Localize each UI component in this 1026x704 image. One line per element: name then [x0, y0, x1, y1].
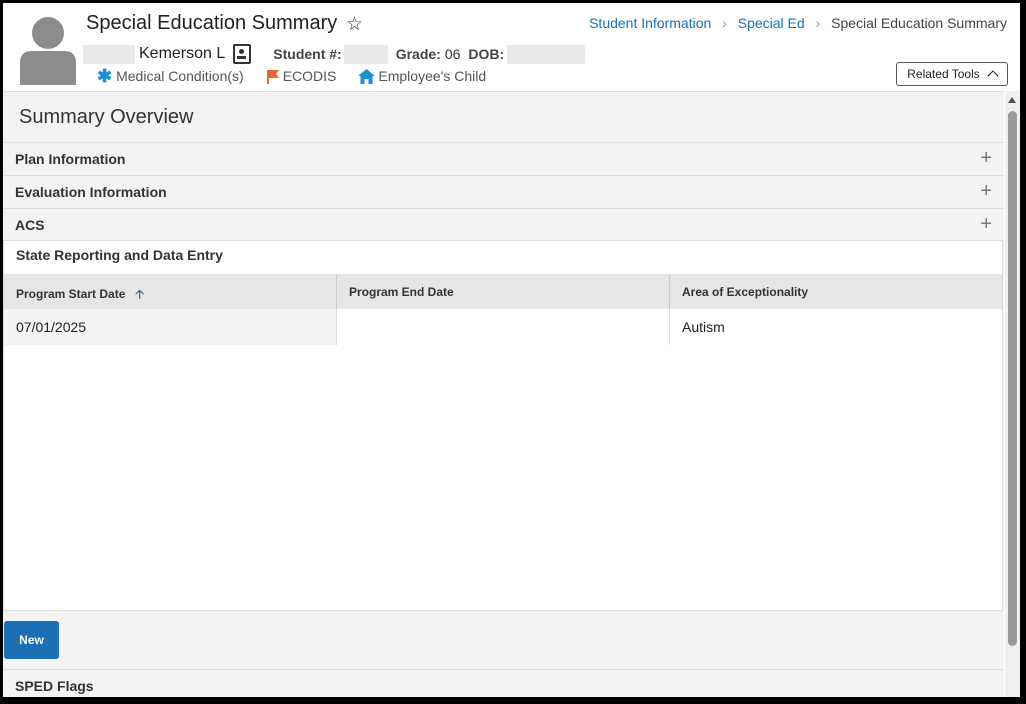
dob-label: DOB: — [468, 46, 505, 62]
accordion-label: Evaluation Information — [15, 184, 167, 200]
breadcrumb-student-information[interactable]: Student Information — [589, 15, 711, 31]
flag-label: Employee's Child — [378, 68, 487, 84]
redacted-student-number — [343, 44, 388, 64]
redacted-dob — [507, 44, 586, 64]
accordion-plan-information[interactable]: Plan Information + — [3, 142, 1004, 175]
app-frame: Special Education Summary ☆ Student Info… — [3, 3, 1020, 697]
vertical-scrollbar[interactable] — [1005, 91, 1020, 697]
flag-employees-child[interactable]: Employee's Child — [358, 68, 486, 84]
accordion-label: ACS — [15, 217, 45, 233]
table-row[interactable]: 07/01/2025 Autism — [4, 309, 1002, 345]
chevron-right-icon: › — [815, 15, 821, 31]
student-header: Special Education Summary ☆ Student Info… — [3, 3, 1020, 91]
scroll-up-arrow-icon[interactable] — [1008, 97, 1016, 103]
breadcrumb: Student Information › Special Ed › Speci… — [589, 15, 1007, 31]
chevron-right-icon: › — [722, 15, 727, 31]
column-header-start-date[interactable]: Program Start Date 🡡 — [4, 274, 337, 309]
new-button[interactable]: New — [4, 621, 59, 659]
main-content: Summary Overview Plan Information + Eval… — [3, 91, 1004, 697]
asterisk-icon: ✱ — [97, 66, 113, 86]
page-title: Special Education Summary — [86, 12, 338, 34]
related-tools-label: Related Tools — [907, 67, 980, 81]
column-header-label: Program Start Date — [16, 287, 126, 301]
state-reporting-panel: State Reporting and Data Entry Program S… — [3, 240, 1003, 611]
redacted-first-name — [83, 44, 135, 64]
panel-title: State Reporting and Data Entry — [16, 247, 223, 263]
column-header-area-of-exceptionality[interactable]: Area of Exceptionality — [670, 274, 1002, 309]
plus-icon[interactable]: + — [980, 148, 992, 168]
breadcrumb-special-ed[interactable]: Special Ed — [738, 15, 805, 31]
avatar-icon — [20, 17, 76, 85]
flag-label: Medical Condition(s) — [116, 68, 244, 84]
column-header-end-date[interactable]: Program End Date — [337, 274, 670, 309]
breadcrumb-current: Special Education Summary — [831, 15, 1007, 31]
column-header-label: Area of Exceptionality — [682, 285, 809, 299]
flag-medical-condition[interactable]: ✱ Medical Condition(s) — [97, 66, 244, 86]
student-info-row: Kemerson L Student #: Grade: 06 DOB: — [83, 44, 586, 64]
accordion-sped-flags[interactable]: SPED Flags — [3, 669, 1004, 697]
grade-label: Grade: — [395, 46, 441, 62]
plus-icon[interactable]: + — [980, 214, 992, 234]
cell-start-date: 07/01/2025 — [4, 309, 337, 345]
accordion-evaluation-information[interactable]: Evaluation Information + — [3, 175, 1004, 208]
student-number-label: Student #: — [273, 46, 342, 62]
sort-ascending-icon[interactable]: 🡡 — [135, 287, 144, 301]
plus-icon[interactable]: + — [980, 181, 992, 201]
related-tools-button[interactable]: Related Tools — [896, 62, 1008, 86]
accordion-label: Plan Information — [15, 151, 126, 167]
cell-end-date — [337, 309, 670, 345]
contact-card-icon[interactable] — [233, 44, 252, 64]
section-title: Summary Overview — [19, 106, 194, 128]
column-header-label: Program End Date — [349, 285, 454, 299]
house-icon — [358, 68, 376, 84]
accordion-label: SPED Flags — [15, 678, 94, 694]
flag-ecodis[interactable]: ECODIS — [266, 68, 337, 84]
student-flags: ✱ Medical Condition(s) ECODIS Employee's… — [97, 66, 508, 86]
accordion-acs[interactable]: ACS + — [3, 208, 1004, 241]
scrollbar-thumb[interactable] — [1008, 111, 1017, 646]
flag-icon — [266, 69, 279, 84]
table-header: Program Start Date 🡡 Program End Date Are… — [4, 274, 1002, 309]
flag-label: ECODIS — [282, 68, 337, 84]
favorite-star-icon[interactable]: ☆ — [346, 13, 363, 36]
grade-value: 06 — [444, 46, 461, 62]
chevron-up-icon — [987, 70, 999, 82]
student-name: Kemerson L — [139, 45, 226, 62]
cell-area-of-exceptionality: Autism — [682, 319, 725, 335]
